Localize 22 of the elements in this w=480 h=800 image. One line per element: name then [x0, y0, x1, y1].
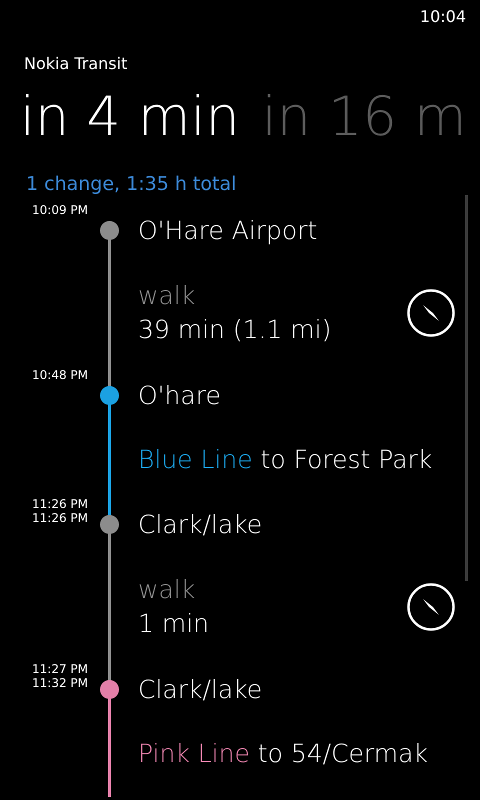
pivot-header[interactable]: in 4 min	[20, 82, 240, 152]
transit-leg: Blue Line to Forest Park	[138, 444, 432, 476]
time-label: 11:27 PM	[32, 662, 88, 676]
time-label: 10:48 PM	[32, 368, 88, 382]
stop-name: Clark/lake	[138, 508, 262, 541]
walk-label: walk	[138, 280, 196, 312]
compass-icon[interactable]	[406, 582, 456, 632]
stop-name: O'Hare Airport	[138, 214, 318, 247]
time-label: 11:26 PM	[32, 510, 88, 524]
walk-duration: 39 min (1.1 mi)	[138, 314, 332, 346]
status-time: 10:04	[420, 6, 466, 28]
trip-summary: 1 change, 1:35 h total	[26, 173, 236, 195]
stop-name: Clark/lake	[138, 674, 262, 706]
app-title: Nokia Transit	[24, 54, 128, 73]
time-label: 10:09 PM	[32, 202, 88, 216]
walk-label: walk	[138, 574, 196, 606]
time-label: 11:32 PM	[32, 676, 88, 690]
compass-icon[interactable]	[406, 288, 456, 338]
walk-duration: 1 min	[138, 608, 210, 640]
time-label: 11:26 PM	[32, 496, 88, 510]
transit-leg: Pink Line to 54/Cermak	[138, 738, 428, 770]
stop-name: O'hare	[138, 380, 221, 412]
